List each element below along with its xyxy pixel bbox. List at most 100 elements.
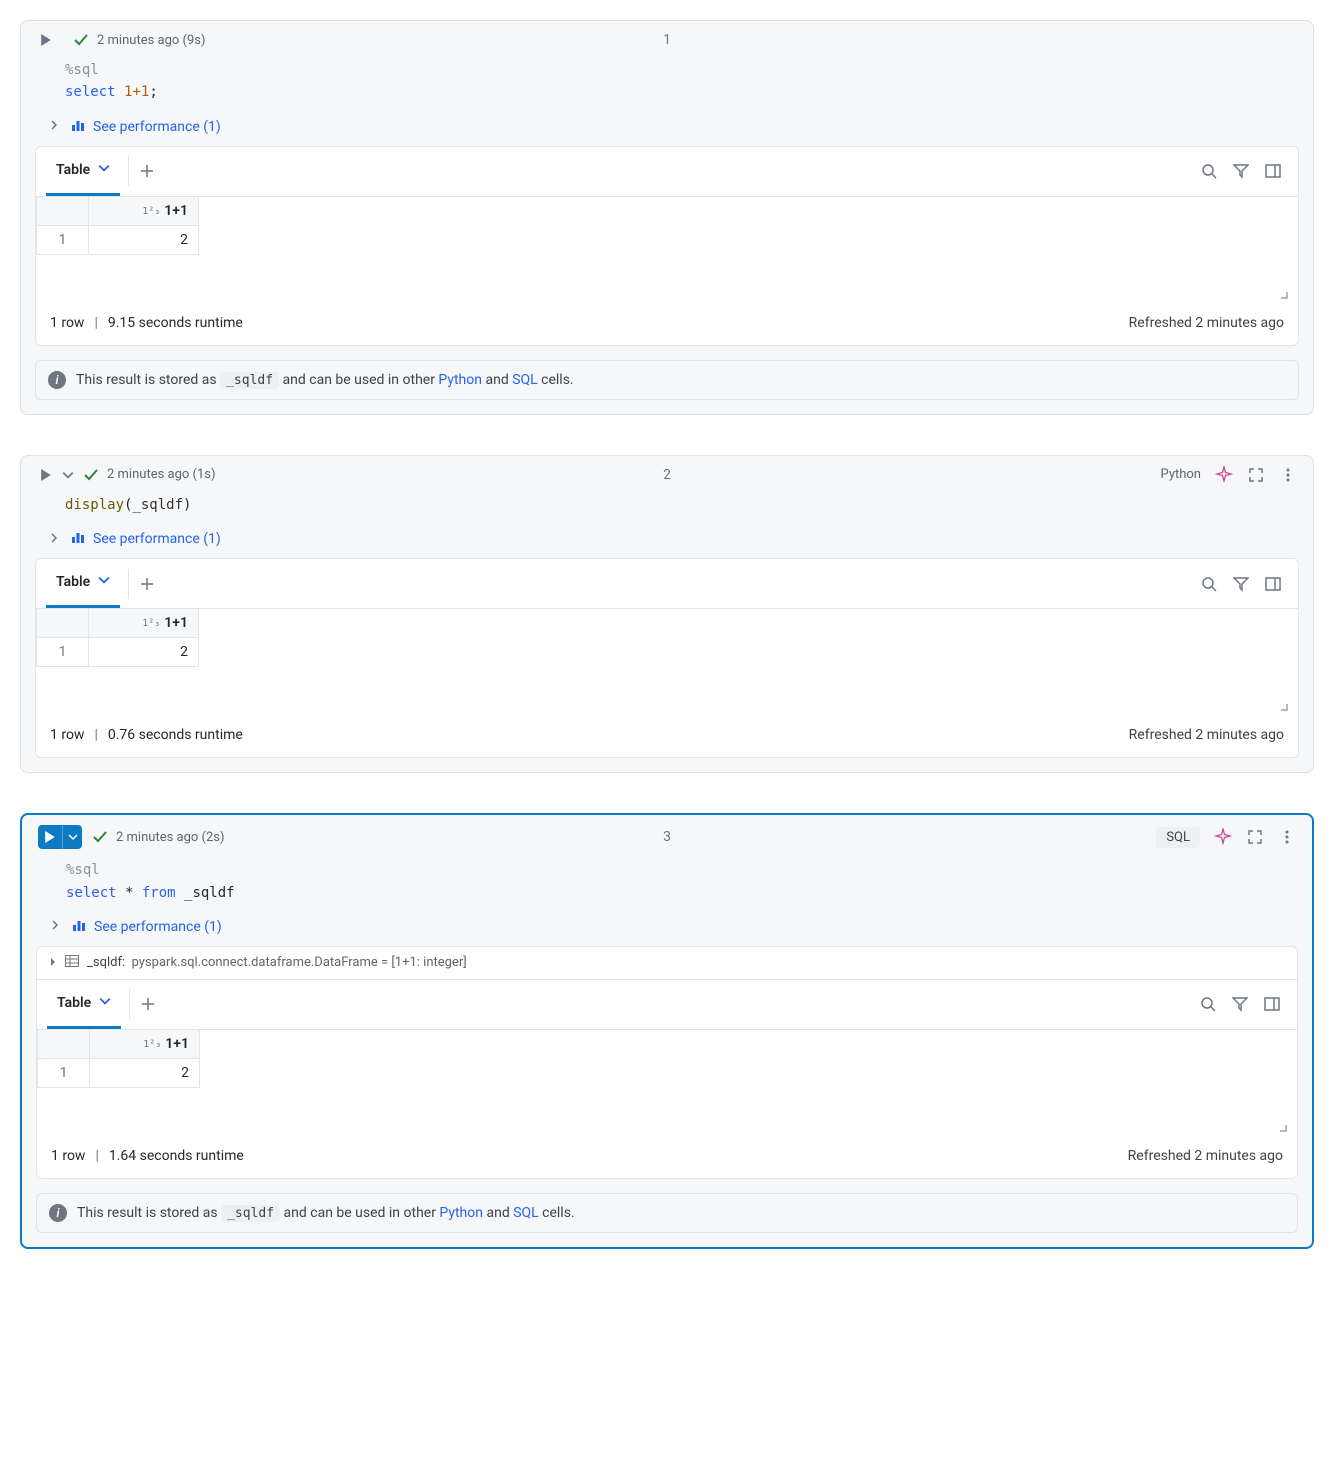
add-tab-button[interactable] xyxy=(137,162,157,180)
tab-table[interactable]: Table xyxy=(47,980,121,1029)
cell-actions: SQL xyxy=(1156,827,1296,848)
runtime-text: 1.64 seconds runtime xyxy=(109,1148,244,1164)
more-icon[interactable] xyxy=(1279,466,1297,484)
performance-link[interactable]: See performance (1) xyxy=(93,531,221,547)
performance-link[interactable]: See performance (1) xyxy=(93,119,221,135)
search-icon[interactable] xyxy=(1199,995,1217,1013)
runtime-text: 9.15 seconds runtime xyxy=(108,315,243,331)
divider xyxy=(129,989,130,1019)
sql-link[interactable]: SQL xyxy=(513,1205,538,1221)
language-label[interactable]: Python xyxy=(1161,467,1201,482)
resize-handle-icon[interactable] xyxy=(1274,285,1288,303)
check-icon xyxy=(83,467,99,483)
info-icon: i xyxy=(49,1204,67,1222)
panel-icon[interactable] xyxy=(1263,995,1281,1013)
chevron-down-icon xyxy=(98,162,110,178)
info-icon: i xyxy=(48,371,66,389)
search-icon[interactable] xyxy=(1200,162,1218,180)
performance-row[interactable]: See performance (1) xyxy=(21,112,1313,146)
row-index: 1 xyxy=(38,1058,90,1087)
cell-actions: Python xyxy=(1161,466,1297,484)
add-tab-button[interactable] xyxy=(138,995,158,1013)
chevron-right-icon xyxy=(49,119,63,134)
cell-number: 1 xyxy=(663,32,671,48)
cell-header: 2 minutes ago (1s) 2 Python xyxy=(21,456,1313,490)
sql-link[interactable]: SQL xyxy=(512,372,537,388)
row-header-blank xyxy=(37,197,89,226)
table-icon xyxy=(65,955,79,971)
run-button[interactable] xyxy=(37,31,55,49)
column-header[interactable]: 1²₃1+1 xyxy=(89,197,199,226)
row-header-blank xyxy=(38,1030,90,1059)
run-chevron-button[interactable] xyxy=(62,825,82,849)
runtime-text: 0.76 seconds runtime xyxy=(108,727,243,743)
bar-chart-icon xyxy=(71,530,85,548)
output-footer: 1 row | 1.64 seconds runtime Refreshed 2… xyxy=(37,1138,1297,1178)
run-button[interactable] xyxy=(37,466,55,484)
cell-header: 2 minutes ago (9s) 1 xyxy=(21,21,1313,55)
language-badge[interactable]: SQL xyxy=(1156,827,1200,848)
search-icon[interactable] xyxy=(1200,575,1218,593)
tab-table[interactable]: Table xyxy=(46,559,120,608)
performance-row[interactable]: See performance (1) xyxy=(21,524,1313,558)
sparkle-icon[interactable] xyxy=(1214,828,1232,846)
column-header[interactable]: 1²₃1+1 xyxy=(89,609,199,638)
output-footer: 1 row | 0.76 seconds runtime Refreshed 2… xyxy=(36,717,1298,757)
chevron-down-icon xyxy=(98,574,110,590)
timestamp: 2 minutes ago (9s) xyxy=(97,33,206,48)
cell-number: 2 xyxy=(663,467,671,483)
dataset-row[interactable]: _sqldf: pyspark.sql.connect.dataframe.Da… xyxy=(36,946,1298,980)
performance-link[interactable]: See performance (1) xyxy=(94,919,222,935)
panel-icon[interactable] xyxy=(1264,575,1282,593)
check-icon xyxy=(73,32,89,48)
refreshed-text: Refreshed 2 minutes ago xyxy=(1129,315,1284,331)
result-table: 1²₃1+1 1 2 xyxy=(37,1030,1297,1088)
notebook-cell: 2 minutes ago (1s) 2 Python display(_sql… xyxy=(20,455,1314,773)
chevron-down-icon[interactable] xyxy=(61,466,75,484)
output-panel: Table 1²₃1+1 1 2 xyxy=(36,980,1298,1179)
cell-value: 2 xyxy=(90,1058,200,1087)
filter-icon[interactable] xyxy=(1232,575,1250,593)
column-header[interactable]: 1²₃1+1 xyxy=(90,1030,200,1059)
table-row[interactable]: 1 2 xyxy=(38,1058,200,1087)
resize-handle-icon[interactable] xyxy=(1273,1118,1287,1136)
code-editor[interactable]: %sql select * from _sqldf xyxy=(22,855,1312,912)
notebook-cell: 2 minutes ago (2s) 3 SQL %sql select * f… xyxy=(20,813,1314,1249)
tab-table[interactable]: Table xyxy=(46,147,120,196)
resize-handle-icon[interactable] xyxy=(1274,697,1288,715)
sparkle-icon[interactable] xyxy=(1215,466,1233,484)
run-button[interactable] xyxy=(38,825,62,849)
divider xyxy=(128,569,129,599)
caret-right-icon xyxy=(49,955,57,970)
bar-chart-icon xyxy=(72,918,86,936)
info-bar: i This result is stored as _sqldf and ca… xyxy=(35,360,1299,400)
code-editor[interactable]: display(_sqldf) xyxy=(21,490,1313,524)
table-row[interactable]: 1 2 xyxy=(37,638,199,667)
expand-icon[interactable] xyxy=(1247,466,1265,484)
cell-value: 2 xyxy=(89,225,199,254)
output-footer: 1 row | 9.15 seconds runtime Refreshed 2… xyxy=(36,305,1298,345)
bar-chart-icon xyxy=(71,118,85,136)
table-row[interactable]: 1 2 xyxy=(37,225,199,254)
performance-row[interactable]: See performance (1) xyxy=(22,912,1312,946)
cell-number: 3 xyxy=(663,829,671,845)
filter-icon[interactable] xyxy=(1232,162,1250,180)
row-count: 1 row xyxy=(50,315,84,331)
notebook-cell: 2 minutes ago (9s) 1 %sql select 1+1; Se… xyxy=(20,20,1314,415)
divider xyxy=(128,156,129,186)
result-table: 1²₃1+1 1 2 xyxy=(36,197,1298,255)
python-link[interactable]: Python xyxy=(439,1205,483,1221)
more-icon[interactable] xyxy=(1278,828,1296,846)
filter-icon[interactable] xyxy=(1231,995,1249,1013)
add-tab-button[interactable] xyxy=(137,575,157,593)
panel-icon[interactable] xyxy=(1264,162,1282,180)
row-index: 1 xyxy=(37,638,89,667)
chevron-right-icon xyxy=(49,532,63,547)
code-editor[interactable]: %sql select 1+1; xyxy=(21,55,1313,112)
expand-icon[interactable] xyxy=(1246,828,1264,846)
output-tabs: Table xyxy=(36,559,1298,609)
row-count: 1 row xyxy=(51,1148,85,1164)
check-icon xyxy=(92,829,108,845)
python-link[interactable]: Python xyxy=(438,372,482,388)
refreshed-text: Refreshed 2 minutes ago xyxy=(1129,727,1284,743)
